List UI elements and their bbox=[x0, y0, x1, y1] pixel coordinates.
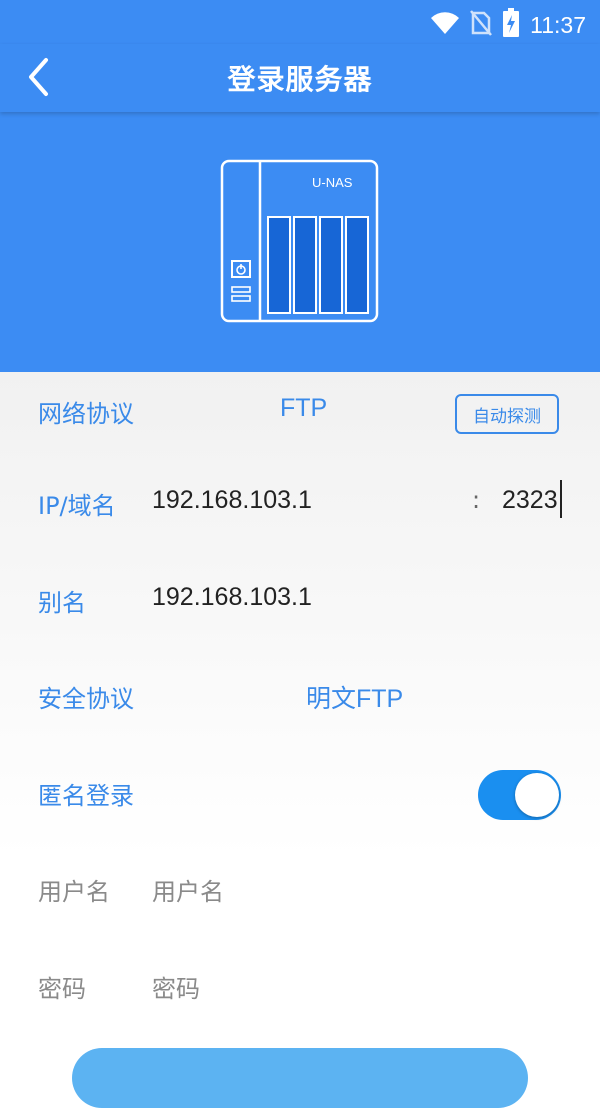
security-row[interactable]: 安全协议 明文FTP bbox=[0, 665, 600, 725]
alias-input[interactable]: 192.168.103.1 bbox=[152, 583, 312, 612]
username-input[interactable]: 用户名 bbox=[152, 872, 224, 907]
host-input[interactable]: 192.168.103.1 bbox=[152, 486, 312, 515]
protocol-label: 网络协议 bbox=[38, 400, 134, 428]
protocol-value[interactable]: FTP bbox=[280, 394, 327, 423]
auto-detect-button[interactable]: 自动探测 bbox=[455, 394, 559, 434]
page-title: 登录服务器 bbox=[227, 63, 373, 96]
alias-label: 别名 bbox=[38, 589, 86, 617]
status-bar: 11:37 bbox=[0, 0, 600, 44]
anonymous-row: 匿名登录 bbox=[0, 762, 600, 822]
alias-row: 别名 192.168.103.1 bbox=[0, 569, 600, 629]
port-separator: : bbox=[472, 486, 481, 514]
toggle-knob bbox=[515, 773, 559, 817]
password-label: 密码 bbox=[38, 975, 86, 1003]
status-icons: 11:37 bbox=[430, 8, 586, 42]
password-row: 密码 密码 bbox=[0, 955, 600, 1015]
port-input[interactable]: 2323 bbox=[502, 486, 558, 515]
password-input[interactable]: 密码 bbox=[152, 969, 200, 1004]
host-label: IP/域名 bbox=[38, 492, 116, 520]
battery-charging-icon bbox=[502, 8, 520, 42]
nas-device-illustration: U-NAS bbox=[220, 159, 380, 329]
app-bar: 登录服务器 bbox=[0, 44, 600, 112]
status-time: 11:37 bbox=[530, 11, 586, 38]
anonymous-toggle[interactable] bbox=[478, 770, 561, 820]
no-sim-icon bbox=[470, 9, 493, 41]
username-row: 用户名 用户名 bbox=[0, 858, 600, 918]
login-button[interactable] bbox=[72, 1048, 528, 1108]
username-label: 用户名 bbox=[38, 878, 110, 906]
host-row: IP/域名 192.168.103.1 : 2323 bbox=[0, 472, 600, 532]
device-label: U-NAS bbox=[312, 175, 353, 190]
protocol-row[interactable]: 网络协议 FTP 自动探测 bbox=[0, 380, 600, 440]
security-label: 安全协议 bbox=[38, 685, 134, 713]
anonymous-label: 匿名登录 bbox=[38, 782, 134, 810]
security-value[interactable]: 明文FTP bbox=[306, 679, 403, 715]
wifi-icon bbox=[430, 10, 460, 40]
hero-banner: U-NAS bbox=[0, 112, 600, 372]
text-cursor bbox=[560, 480, 562, 518]
login-form: 网络协议 FTP 自动探测 IP/域名 192.168.103.1 : 2323… bbox=[0, 372, 600, 1067]
